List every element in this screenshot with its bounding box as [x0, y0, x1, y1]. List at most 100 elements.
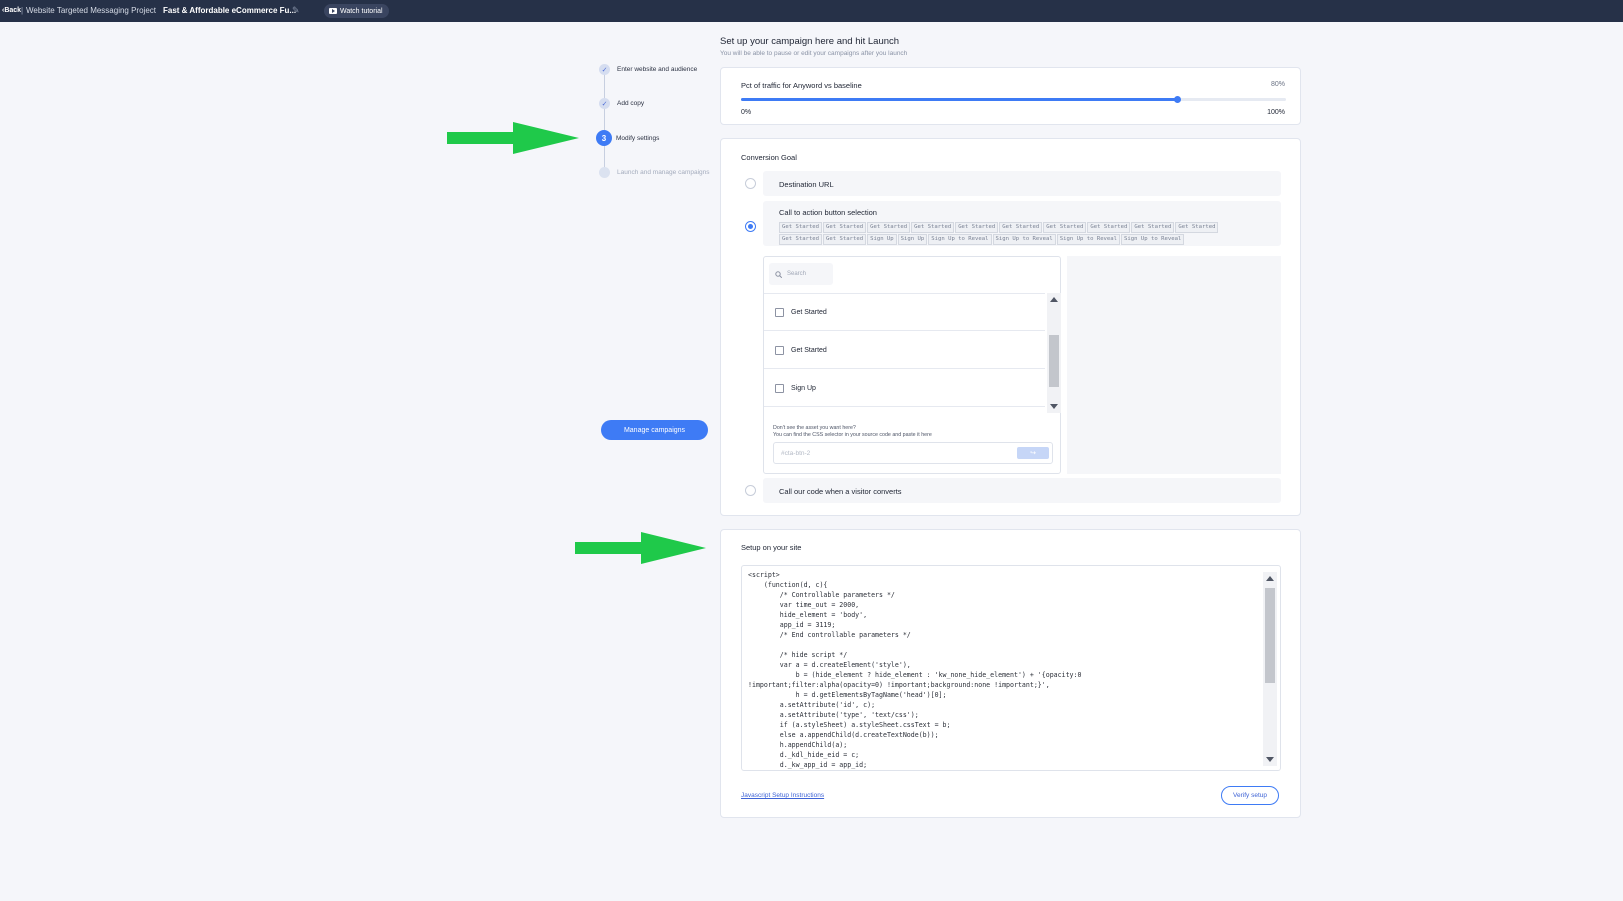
list-item[interactable]: Sign Up — [764, 370, 1045, 407]
cta-chip: Sign Up to Reveal — [1121, 234, 1185, 245]
verify-setup-button[interactable]: Verify setup — [1221, 786, 1279, 805]
cta-chip: Sign Up to Reveal — [928, 234, 992, 245]
manage-campaigns-button[interactable]: Manage campaigns — [601, 420, 708, 440]
campaign-name: Fast & Affordable eCommerce Fu... — [163, 6, 297, 15]
scroll-down-icon[interactable] — [1050, 404, 1058, 409]
step-number: 3 — [596, 130, 612, 146]
cta-chip: Get Started — [823, 222, 867, 233]
step-label: Add copy — [617, 100, 645, 107]
watch-tutorial-button[interactable]: Watch tutorial — [324, 4, 389, 18]
option-label: Call our code when a visitor converts — [779, 487, 902, 496]
selected-cta-chips: Get Started Get Started Get Started Get Sta… — [779, 222, 1239, 245]
code-snippet[interactable]: <script> (function(d, c){ /* Controllabl… — [748, 570, 1081, 770]
traffic-card: Pct of traffic for Anyword vs baseline 8… — [720, 67, 1301, 125]
code-snippet-box[interactable]: <script> (function(d, c){ /* Controllabl… — [741, 565, 1281, 771]
cta-chip: Sign Up to Reveal — [992, 234, 1056, 245]
project-name[interactable]: Website Targeted Messaging Project — [26, 6, 156, 15]
slider-min-label: 0% — [741, 109, 752, 116]
css-selector-input[interactable]: #cta-btn-2 ↪ — [773, 442, 1053, 464]
list-scrollbar[interactable] — [1047, 293, 1061, 413]
cta-chip: Get Started — [1131, 222, 1175, 233]
step-label: Enter website and audience — [617, 66, 698, 73]
cta-chip: Sign Up to Reveal — [1056, 234, 1121, 245]
list-item[interactable]: Get Started — [764, 294, 1045, 331]
cta-chip: Get Started — [1175, 222, 1219, 233]
setup-title: Setup on your site — [741, 543, 802, 552]
picker-preview-panel — [1067, 256, 1281, 474]
conversion-goal-title: Conversion Goal — [741, 153, 797, 162]
page-subtitle: You will be able to pause or edit your c… — [720, 50, 908, 57]
pencil-icon[interactable]: ✎ — [292, 5, 300, 16]
check-icon: ✓ — [599, 98, 610, 109]
cta-list: Get Started Get Started Sign Up — [764, 293, 1045, 413]
scroll-down-icon[interactable] — [1266, 757, 1274, 762]
cta-chip: Get Started — [823, 234, 867, 245]
css-selector-hint: Don't see the asset you want here? You c… — [773, 425, 932, 439]
option-call-code[interactable]: Call our code when a visitor converts — [763, 478, 1281, 503]
search-placeholder: Search — [787, 271, 807, 277]
step-launch[interactable]: Launch and manage campaigns — [599, 167, 710, 178]
hint-line: You can find the CSS selector in your so… — [773, 432, 932, 438]
checkbox[interactable] — [775, 383, 784, 393]
stepper-line — [604, 72, 605, 172]
radio-cta-selection[interactable] — [745, 221, 756, 232]
setup-card: Setup on your site <script> (function(d,… — [720, 529, 1301, 818]
list-item[interactable]: Get Started — [764, 332, 1045, 369]
list-item-label: Sign Up — [791, 384, 816, 392]
check-icon: ✓ — [599, 64, 610, 75]
traffic-value: 80% — [1270, 81, 1285, 88]
scrollbar-thumb[interactable] — [1049, 335, 1059, 387]
green-arrow-setup — [575, 532, 706, 564]
cta-chip: Get Started — [867, 222, 911, 233]
cta-chip: Get Started — [1043, 222, 1087, 233]
back-link[interactable]: ‹Back — [2, 7, 21, 14]
list-item-label: Get Started — [791, 308, 827, 316]
step-add-copy[interactable]: ✓ Add copy — [599, 98, 644, 109]
play-icon — [329, 8, 337, 14]
option-label: Destination URL — [779, 180, 834, 189]
step-label: Modify settings — [616, 134, 660, 142]
cta-chip: Sign Up — [867, 234, 897, 245]
option-cta-selection[interactable]: Call to action button selection Get Star… — [763, 201, 1281, 246]
step-dot — [599, 167, 610, 178]
cta-chip: Sign Up — [897, 234, 928, 245]
scroll-up-icon[interactable] — [1266, 576, 1274, 581]
slider-fill — [741, 98, 1177, 101]
hint-line: Don't see the asset you want here? — [773, 425, 856, 431]
cta-chip: Get Started — [779, 222, 823, 233]
green-arrow-settings — [447, 122, 579, 154]
code-scrollbar[interactable] — [1263, 572, 1277, 766]
traffic-slider[interactable] — [741, 96, 1286, 103]
option-label: Call to action button selection — [779, 208, 877, 217]
slider-max-label: 100% — [1267, 109, 1285, 116]
checkbox[interactable] — [775, 307, 784, 317]
conversion-goal-card: Conversion Goal Destination URL Call to … — [720, 138, 1301, 516]
javascript-setup-link[interactable]: Javascript Setup Instructions — [741, 792, 824, 799]
breadcrumb-separator: | — [21, 6, 24, 15]
cta-chip: Get Started — [911, 222, 955, 233]
radio-destination-url[interactable] — [745, 178, 756, 189]
list-item-label: Get Started — [791, 346, 827, 354]
step-enter-website[interactable]: ✓ Enter website and audience — [599, 64, 697, 75]
top-bar: ‹Back | Website Targeted Messaging Proje… — [0, 0, 1623, 22]
search-icon — [775, 270, 782, 278]
slider-handle[interactable] — [1174, 96, 1181, 103]
step-label: Launch and manage campaigns — [617, 169, 710, 176]
cta-chip: Get Started — [1087, 222, 1131, 233]
option-destination-url[interactable]: Destination URL — [763, 171, 1281, 196]
cta-chip: Get Started — [955, 222, 999, 233]
step-modify-settings[interactable]: 3 Modify settings — [596, 130, 660, 146]
scrollbar-thumb[interactable] — [1265, 588, 1275, 683]
cta-chip: Get Started — [999, 222, 1043, 233]
checkbox[interactable] — [775, 345, 784, 355]
radio-call-code[interactable] — [745, 485, 756, 496]
watch-tutorial-label: Watch tutorial — [340, 7, 383, 15]
cta-chip: Get Started — [779, 234, 823, 245]
cta-picker: Search Get Started Get Started Sign Up D… — [763, 256, 1061, 474]
traffic-label: Pct of traffic for Anyword vs baseline — [741, 81, 862, 90]
scroll-up-icon[interactable] — [1050, 297, 1058, 302]
search-input[interactable]: Search — [769, 263, 833, 285]
enter-arrow-button[interactable]: ↪ — [1017, 447, 1049, 459]
css-selector-placeholder: #cta-btn-2 — [781, 449, 811, 457]
page-title: Set up your campaign here and hit Launch — [720, 36, 900, 47]
